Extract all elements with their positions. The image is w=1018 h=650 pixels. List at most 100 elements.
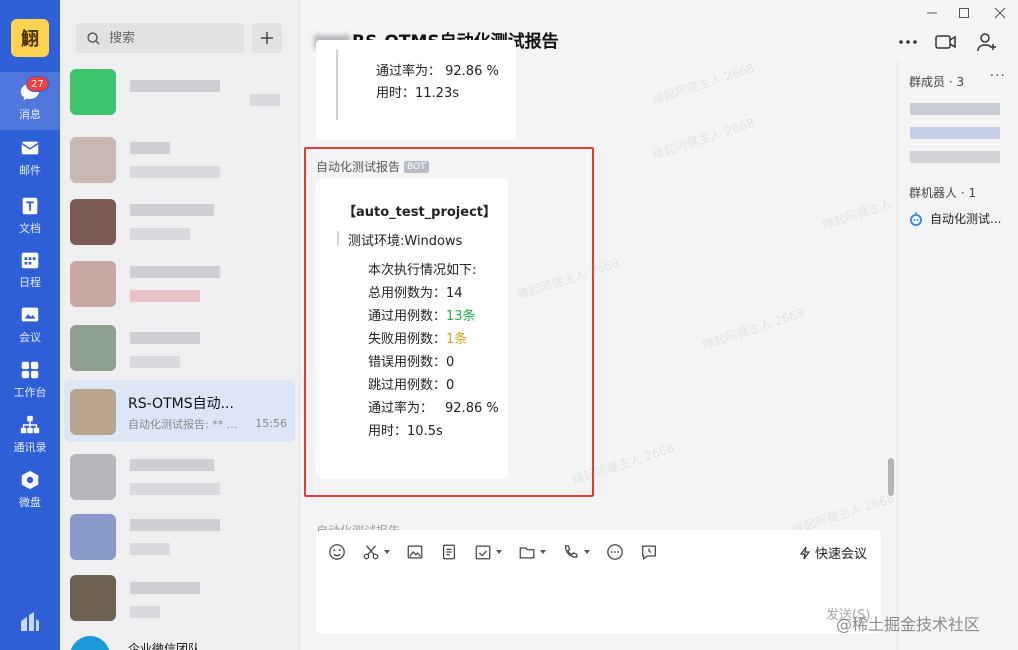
maximize-button[interactable]	[956, 6, 972, 20]
blurred-text	[130, 606, 160, 618]
list-item[interactable]	[64, 566, 295, 628]
more-circle-icon	[607, 544, 623, 560]
blurred-text	[130, 483, 220, 495]
left-nav: 鮙 27 消息 邮件 文档 日程 会议 工作台 通讯录 微盘	[0, 0, 60, 650]
chat-scrollbar[interactable]	[888, 458, 894, 496]
list-item[interactable]	[64, 60, 295, 122]
avatar	[70, 389, 116, 435]
more-tools-button[interactable]	[606, 542, 624, 562]
search-input[interactable]	[107, 29, 227, 47]
blurred-text	[130, 80, 220, 92]
conversation-preview: 自动化测试报告: ** ...	[128, 418, 238, 431]
watermark: 缘起阿健主人 2668	[700, 305, 807, 353]
app-logo[interactable]: 鮙	[11, 19, 49, 57]
nav-label: 日程	[19, 275, 41, 289]
contacts-icon	[20, 415, 40, 433]
nav-label: 通讯录	[13, 440, 47, 454]
members-more-button[interactable]: ···	[990, 68, 1006, 84]
add-member-button[interactable]	[975, 31, 999, 53]
robot-icon	[910, 211, 922, 226]
add-person-icon	[977, 33, 996, 52]
blurred-text	[130, 204, 214, 216]
document-icon	[442, 544, 456, 560]
blurred-text	[130, 519, 220, 531]
quick-meeting-button[interactable]: 快速会议	[798, 543, 867, 562]
watermark: 缘起阿健主人 2668	[650, 60, 757, 108]
search-icon	[87, 31, 100, 45]
nav-workbench[interactable]: 工作台	[0, 350, 60, 408]
conversation-time: 15:56	[255, 417, 287, 430]
list-item[interactable]	[64, 252, 295, 314]
more-button[interactable]	[896, 31, 920, 53]
nav-messages[interactable]: 27 消息	[0, 72, 60, 130]
member-item[interactable]	[910, 103, 1000, 115]
nav-calendar[interactable]: 日程	[0, 240, 60, 298]
workbench-icon	[21, 361, 39, 378]
screenshot-button[interactable]	[362, 542, 390, 562]
blurred-text	[130, 459, 214, 471]
clock-message-icon	[642, 545, 656, 561]
conversation-title: 企业微信团队	[128, 642, 201, 650]
avatar	[70, 261, 116, 307]
list-item[interactable]	[64, 190, 295, 252]
previous-message-card: 通过率为： 92.86 % 用时：11.23s	[316, 40, 516, 140]
blurred-text	[250, 94, 280, 106]
nav-meeting[interactable]: 会议	[0, 295, 60, 353]
check-calendar-icon	[475, 545, 491, 560]
nav-label: 消息	[19, 107, 41, 121]
todo-button[interactable]	[474, 542, 502, 562]
nav-label: 邮件	[19, 163, 41, 177]
robot-item[interactable]: 自动化测试...	[908, 210, 1001, 227]
close-icon	[994, 7, 1006, 19]
avatar	[70, 454, 116, 500]
meeting-icon	[21, 307, 39, 321]
call-button[interactable]	[562, 542, 590, 562]
list-item[interactable]	[64, 128, 295, 190]
avatar	[70, 137, 116, 183]
member-item[interactable]	[910, 151, 1000, 163]
more-dots-icon	[899, 40, 917, 44]
image-icon	[407, 545, 423, 559]
add-button[interactable]	[252, 23, 282, 53]
video-call-icon	[935, 35, 956, 49]
image-button[interactable]	[406, 542, 424, 562]
file-button[interactable]	[518, 542, 546, 562]
scissors-icon	[363, 545, 379, 560]
nav-mail[interactable]: 邮件	[0, 128, 60, 186]
footer-watermark: @稀土掘金技术社区	[836, 615, 981, 634]
blurred-text	[130, 142, 170, 154]
list-item[interactable]	[64, 316, 295, 378]
avatar	[70, 575, 116, 621]
emoji-button[interactable]	[328, 542, 346, 562]
member-item[interactable]	[910, 127, 1000, 139]
emoji-icon	[329, 544, 345, 560]
schedule-message-button[interactable]	[640, 542, 658, 562]
conversation-list: RS-OTMS自动... 自动化测试报告: ** ... 15:56 企业微信团…	[60, 0, 300, 650]
blurred-text	[130, 228, 190, 240]
more-apps-icon[interactable]	[18, 610, 42, 634]
plus-icon	[261, 32, 273, 44]
video-call-button[interactable]	[934, 31, 958, 53]
calendar-icon	[21, 252, 39, 268]
message-composer[interactable]: 快速会议 发送(S)	[316, 530, 881, 634]
blurred-text	[130, 543, 170, 555]
phone-icon	[564, 545, 578, 558]
list-item[interactable]: 企业微信团队	[64, 626, 295, 650]
prev-pass-rate: 通过率为： 92.86 %	[376, 64, 499, 79]
list-item[interactable]	[64, 445, 295, 507]
nav-cloud-drive[interactable]: 微盘	[0, 460, 60, 518]
blurred-text	[130, 266, 220, 278]
chevron-down-icon	[584, 550, 590, 554]
close-button[interactable]	[992, 6, 1008, 20]
avatar	[70, 199, 116, 245]
chat-panel: RS-OTMS自动化测试报告 通过率为： 92.86 % 用时：11.23s 缘…	[300, 0, 1006, 650]
list-item[interactable]	[64, 505, 295, 567]
doc-button[interactable]	[440, 542, 458, 562]
list-item-active[interactable]: RS-OTMS自动... 自动化测试报告: ** ... 15:56	[64, 380, 295, 442]
blurred-text	[130, 166, 220, 178]
mail-icon	[21, 141, 39, 154]
nav-contacts[interactable]: 通讯录	[0, 405, 60, 463]
minimize-button[interactable]	[924, 6, 940, 20]
nav-docs[interactable]: 文档	[0, 186, 60, 244]
search-box[interactable]	[76, 23, 244, 53]
